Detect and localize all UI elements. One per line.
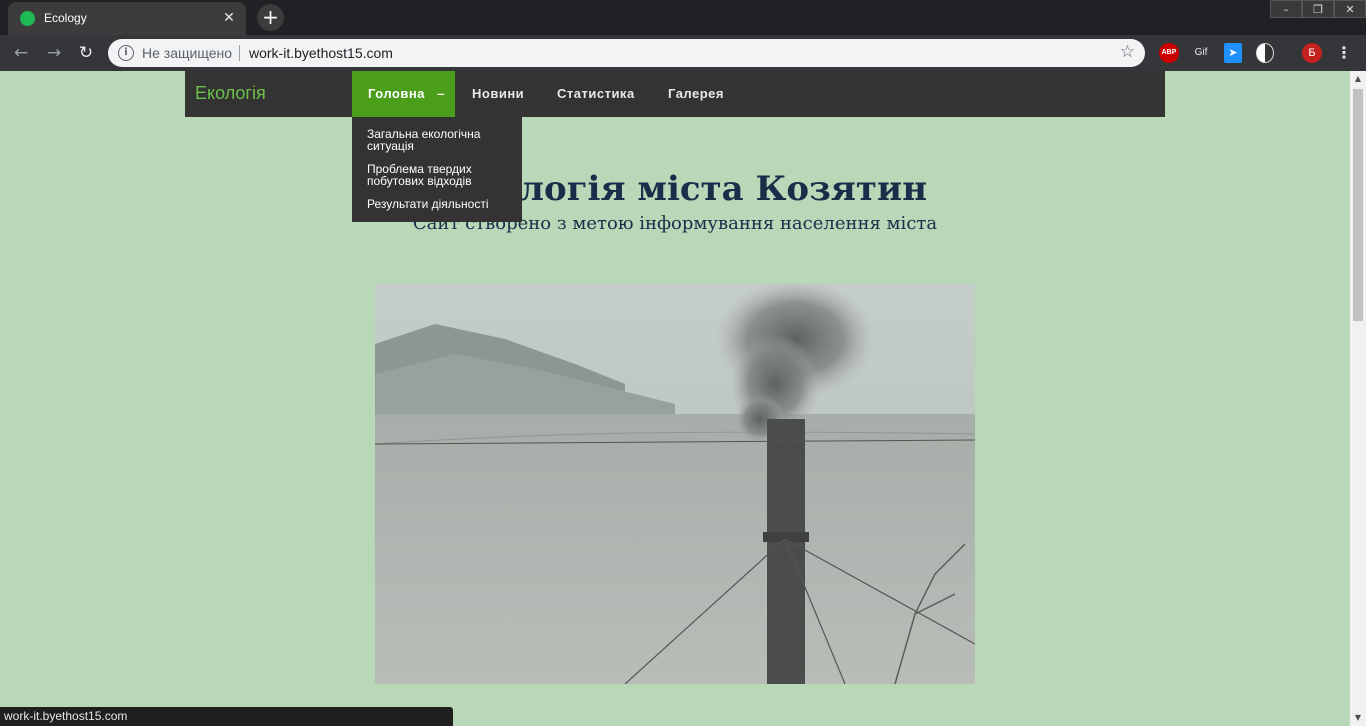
dropdown-item-results[interactable]: Результати діяльності [367, 198, 517, 210]
dropdown-item-ecology-situation[interactable]: Загальна екологічна ситуація [367, 128, 517, 152]
restore-button[interactable]: ❐ [1302, 0, 1334, 18]
nav-home-label: Головна [368, 86, 425, 101]
page-title: Екологія міста Козятин [446, 169, 928, 209]
browser-toolbar: ← → ↻ i Не защищено work-it.byethost15.c… [0, 35, 1366, 71]
adblock-icon[interactable]: ABP [1159, 43, 1179, 63]
forward-icon[interactable]: → [42, 41, 66, 65]
tab-close-icon[interactable]: ✕ [220, 9, 238, 27]
new-tab-button[interactable]: + [257, 4, 284, 31]
info-icon[interactable]: i [118, 45, 134, 61]
site-navbar: Екологія Головна – Новини Статистика Гал… [185, 71, 1165, 117]
arrow-extension-icon[interactable]: ➤ [1224, 43, 1242, 63]
reload-icon[interactable]: ↻ [74, 41, 98, 65]
page-scrollbar[interactable]: ▲ ▼ [1350, 71, 1366, 726]
omnibox-divider [239, 45, 240, 61]
dropdown-item-solid-waste[interactable]: Проблема твердих побутових відходів [367, 163, 517, 187]
chimney-smoke-photo [375, 284, 975, 684]
security-label: Не защищено [142, 45, 232, 61]
contrast-extension-icon[interactable] [1256, 43, 1274, 63]
address-bar[interactable]: i Не защищено work-it.byethost15.com ☆ [108, 39, 1145, 67]
browser-menu-icon[interactable]: ⋮ [1336, 43, 1352, 63]
site-brand-link[interactable]: Екологія [195, 83, 266, 104]
url-text[interactable]: work-it.byethost15.com [249, 45, 393, 61]
profile-avatar[interactable]: Б [1302, 43, 1322, 63]
bookmark-star-icon[interactable]: ☆ [1120, 42, 1135, 62]
page-subtitle: Сайт створено з метою інформування насел… [412, 213, 938, 234]
scroll-thumb[interactable] [1353, 89, 1363, 321]
nav-item-stats[interactable]: Статистика [557, 71, 635, 117]
browser-tab[interactable]: Ecology ✕ [8, 2, 246, 35]
close-window-button[interactable]: ✕ [1334, 0, 1366, 18]
nav-item-news[interactable]: Новини [472, 71, 524, 117]
minimize-button[interactable]: – [1270, 0, 1302, 18]
tab-title: Ecology [44, 11, 87, 25]
home-dropdown-menu: Загальна екологічна ситуація Проблема тв… [352, 117, 522, 222]
scroll-up-icon[interactable]: ▲ [1350, 71, 1366, 87]
scroll-down-icon[interactable]: ▼ [1350, 710, 1366, 726]
back-icon[interactable]: ← [9, 41, 33, 65]
status-bar-url: work-it.byethost15.com [0, 707, 453, 726]
nav-item-home[interactable]: Головна – [352, 71, 455, 117]
favicon-icon [20, 11, 35, 26]
page-viewport: Екологія Головна – Новини Статистика Гал… [0, 71, 1350, 726]
nav-item-gallery[interactable]: Галерея [668, 71, 724, 117]
collapse-icon: – [437, 86, 445, 101]
gif-extension-icon[interactable]: Gif [1190, 43, 1212, 63]
tab-strip: Ecology ✕ + – ❐ ✕ [0, 0, 1366, 35]
